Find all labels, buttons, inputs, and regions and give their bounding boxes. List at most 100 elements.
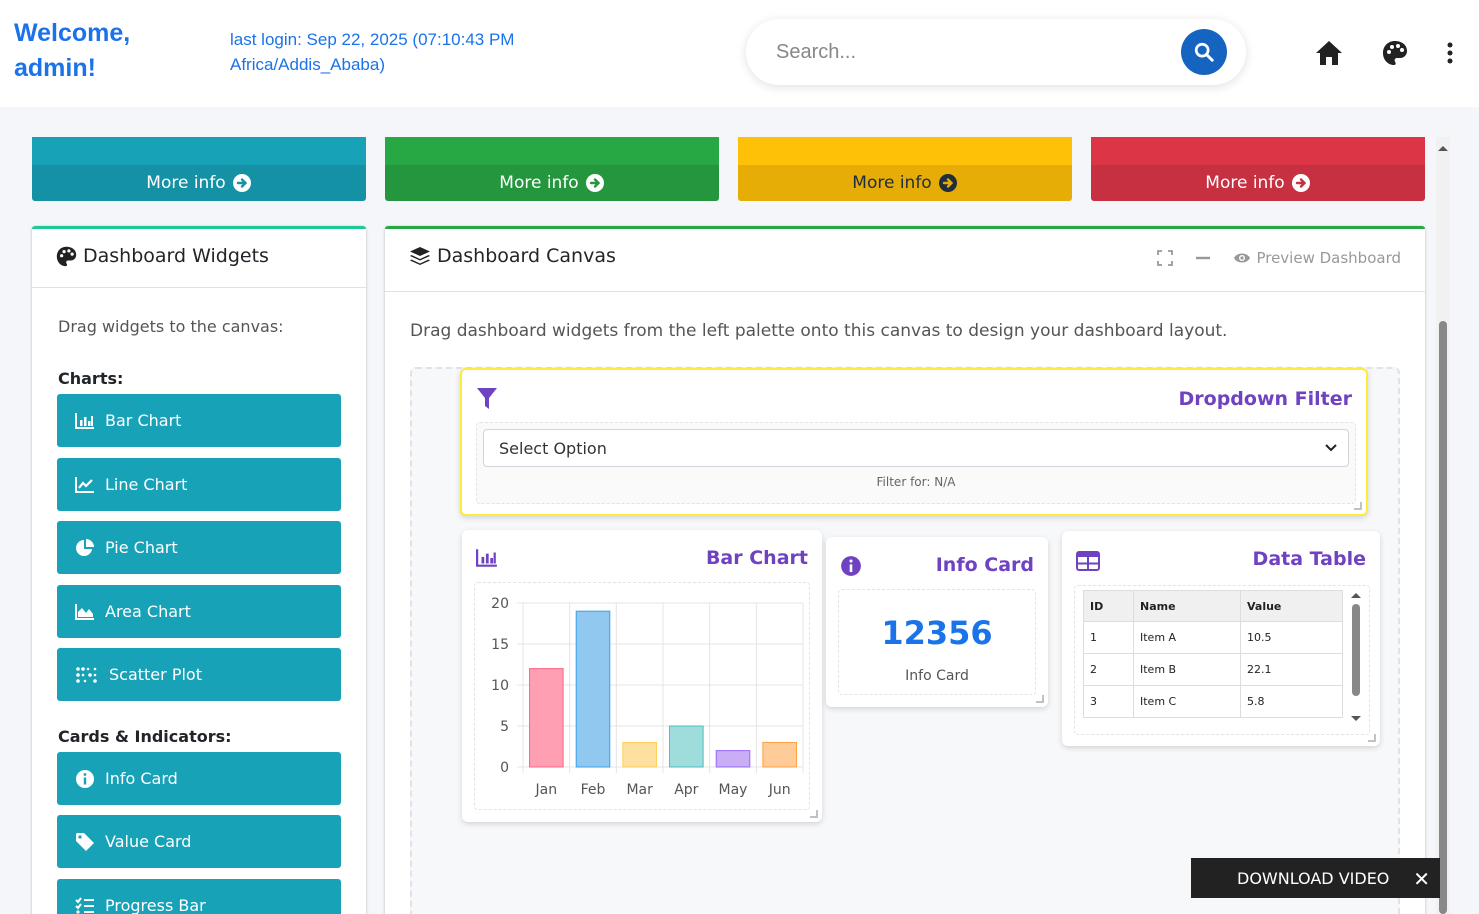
info-card-label: Info Card — [905, 668, 969, 684]
chevron-down-icon — [1325, 444, 1337, 452]
theme-button[interactable] — [1378, 36, 1412, 70]
widget-area-chart[interactable]: Area Chart — [57, 585, 341, 638]
widget-value-card[interactable]: Value Card — [57, 815, 341, 868]
widget-progress-bar[interactable]: Progress Bar — [57, 879, 341, 914]
widgets-panel-title: Dashboard Widgets — [56, 245, 269, 267]
widget-pie-chart[interactable]: Pie Chart — [57, 521, 341, 574]
info-card-title: Info Card — [935, 554, 1034, 576]
small-box-body — [32, 137, 366, 165]
small-box-green: More info — [385, 137, 719, 201]
bar — [669, 725, 704, 768]
scroll-up-arrow-icon[interactable] — [1436, 141, 1450, 155]
dropdown-filter-widget[interactable]: Dropdown Filter Select Option Filter for… — [460, 368, 1368, 516]
more-info-label: More info — [852, 173, 932, 193]
arrow-circle-right-icon — [1291, 174, 1310, 192]
y-tick-label: 20 — [491, 596, 509, 612]
widget-label: Bar Chart — [105, 411, 182, 430]
widget-bar-chart[interactable]: Bar Chart — [57, 394, 341, 447]
column-header: ID — [1083, 590, 1134, 622]
widget-line-chart[interactable]: Line Chart — [57, 458, 341, 511]
y-tick-label: 0 — [500, 760, 509, 776]
palette-icon — [56, 246, 77, 266]
more-info-link[interactable]: More info — [738, 165, 1072, 201]
widgets-instruction: Drag widgets to the canvas: — [58, 317, 284, 336]
table-cell: 2 — [1083, 653, 1134, 686]
small-box-teal: More info — [32, 137, 366, 201]
table-header-row: ID Name Value — [1083, 590, 1343, 622]
data-table-widget[interactable]: Data Table ID Name Value 1 Item A 10.5 2… — [1062, 531, 1380, 746]
table-scrollbar[interactable] — [1349, 590, 1363, 726]
download-video-bar[interactable]: DOWNLOAD VIDEO ✕ — [1191, 858, 1440, 898]
eye-icon — [1234, 253, 1251, 263]
x-tick-label: May — [719, 782, 748, 798]
resize-handle[interactable] — [810, 810, 818, 818]
line-chart-icon — [75, 476, 94, 493]
small-box-yellow: More info — [738, 137, 1072, 201]
small-box-body — [1091, 137, 1425, 165]
bar-chart-widget[interactable]: Bar Chart 0 5 10 15 20 Jan Feb Mar Apr May Jun — [462, 530, 822, 822]
search-bar — [746, 19, 1246, 85]
resize-handle[interactable] — [1354, 502, 1362, 510]
widget-scatter-plot[interactable]: Scatter Plot — [57, 648, 341, 701]
download-video-label: DOWNLOAD VIDEO — [1237, 868, 1390, 888]
bar-chart-icon — [75, 412, 94, 429]
filter-icon — [477, 388, 497, 409]
more-info-link[interactable]: More info — [1091, 165, 1425, 201]
bar-chart-svg: 0 5 10 15 20 Jan Feb Mar Apr May Jun — [491, 596, 804, 798]
filter-content: Select Option Filter for: N/A — [476, 422, 1356, 504]
last-login-text: last login: Sep 22, 2025 (07:10:43 PM Af… — [230, 30, 515, 74]
scatter-plot-icon — [76, 666, 97, 683]
small-box-body — [738, 137, 1072, 165]
tag-icon — [76, 832, 94, 851]
more-info-link[interactable]: More info — [32, 165, 366, 201]
more-info-link[interactable]: More info — [385, 165, 719, 201]
table-cell: 1 — [1083, 621, 1134, 654]
page-scrollbar[interactable] — [1436, 137, 1450, 914]
table-row: 3 Item C 5.8 — [1083, 685, 1343, 718]
search-input[interactable] — [776, 37, 1156, 67]
info-circle-icon — [841, 556, 861, 576]
arrow-circle-right-icon — [232, 174, 251, 192]
preview-dashboard-button[interactable]: Preview Dashboard — [1233, 249, 1401, 267]
bar — [529, 668, 564, 768]
more-menu-button[interactable] — [1433, 36, 1467, 70]
widget-label: Scatter Plot — [109, 665, 202, 684]
search-icon — [1194, 42, 1214, 62]
table-row: 2 Item B 22.1 — [1083, 653, 1343, 686]
more-vert-icon — [1447, 42, 1453, 64]
canvas-description: Drag dashboard widgets from the left pal… — [410, 321, 1228, 341]
minus-icon[interactable] — [1195, 250, 1211, 266]
y-tick-label: 15 — [491, 637, 509, 653]
data-table-content: ID Name Value 1 Item A 10.5 2 Item B 22.… — [1074, 585, 1370, 735]
x-tick-label: Jan — [535, 782, 558, 798]
info-card-value: 12356 — [881, 614, 993, 652]
resize-handle[interactable] — [1036, 695, 1044, 703]
canvas-tools: Preview Dashboard — [1157, 249, 1401, 267]
pie-chart-icon — [76, 538, 94, 556]
data-table: ID Name Value 1 Item A 10.5 2 Item B 22.… — [1083, 590, 1343, 718]
more-info-label: More info — [499, 173, 579, 193]
widget-label: Info Card — [105, 769, 178, 788]
widgets-panel-title-text: Dashboard Widgets — [83, 245, 269, 267]
widget-label: Area Chart — [105, 602, 191, 621]
canvas-panel-title-text: Dashboard Canvas — [437, 245, 616, 267]
widget-info-card[interactable]: Info Card — [57, 752, 341, 805]
close-icon[interactable]: ✕ — [1413, 867, 1430, 891]
area-chart-icon — [75, 603, 94, 620]
filter-select[interactable]: Select Option — [483, 429, 1349, 467]
table-cell: Item B — [1133, 653, 1241, 686]
resize-handle[interactable] — [1368, 734, 1376, 742]
table-cell: Item A — [1133, 621, 1241, 654]
table-cell: 10.5 — [1240, 621, 1343, 654]
info-card-widget[interactable]: Info Card 12356 Info Card — [826, 537, 1048, 707]
y-tick-label: 5 — [500, 719, 509, 735]
expand-icon[interactable] — [1157, 250, 1174, 266]
bar — [622, 741, 657, 768]
page-scrollbar-thumb[interactable] — [1439, 321, 1447, 914]
table-cell: 3 — [1083, 685, 1134, 718]
preview-dashboard-label: Preview Dashboard — [1256, 249, 1401, 267]
welcome-text: Welcome, admin! — [14, 19, 131, 82]
home-button[interactable] — [1312, 36, 1346, 70]
layer-group-icon — [410, 247, 430, 265]
search-button[interactable] — [1181, 29, 1227, 75]
